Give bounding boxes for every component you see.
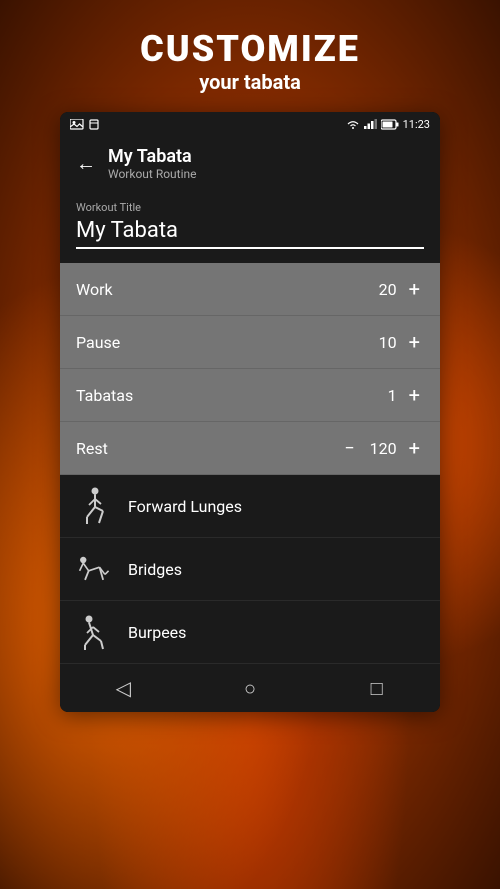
setting-label-rest: Rest	[76, 439, 108, 458]
setting-row-tabatas: Tabatas 1 +	[60, 369, 440, 422]
setting-controls-tabatas: 1 +	[367, 383, 424, 407]
sim-icon	[88, 119, 100, 130]
bottom-nav: ◁ ○ □	[60, 664, 440, 712]
back-button[interactable]: ←	[76, 151, 96, 176]
input-label: Workout Title	[76, 201, 424, 214]
exercise-row-burpees[interactable]: Burpees	[60, 601, 440, 664]
work-plus-button[interactable]: +	[405, 277, 424, 301]
rest-minus-button[interactable]: −	[340, 438, 358, 459]
bridges-icon	[76, 550, 114, 588]
setting-label-pause: Pause	[76, 333, 120, 352]
screen-subtitle: Workout Routine	[108, 167, 424, 181]
phone-frame: 11:23 ← My Tabata Workout Routine Workou…	[60, 112, 440, 712]
signal-icon	[364, 119, 377, 130]
exercise-name-bridges: Bridges	[128, 560, 182, 579]
setting-controls-work: 20 +	[367, 277, 424, 301]
header-section: CUSTOMIZE your tabata	[0, 0, 500, 112]
exercise-row-forward-lunges[interactable]: Forward Lunges	[60, 475, 440, 538]
screen-title: My Tabata	[108, 146, 424, 167]
wifi-icon	[346, 119, 360, 130]
setting-value-pause: 10	[367, 333, 397, 352]
exercise-section: Forward Lunges Bridges	[60, 475, 440, 664]
setting-controls-rest: − 120 +	[340, 436, 424, 460]
pause-plus-button[interactable]: +	[405, 330, 424, 354]
setting-row-work: Work 20 +	[60, 263, 440, 316]
battery-icon	[381, 119, 399, 130]
header-customize: CUSTOMIZE	[0, 28, 500, 70]
status-time: 11:23	[403, 118, 430, 131]
title-group: My Tabata Workout Routine	[108, 146, 424, 181]
status-icons-right: 11:23	[346, 118, 430, 131]
forward-lunges-icon	[76, 487, 114, 525]
setting-row-rest: Rest − 120 +	[60, 422, 440, 475]
image-icon	[70, 119, 84, 130]
workout-title-input[interactable]: My Tabata	[76, 218, 424, 249]
status-icons-left	[70, 119, 100, 130]
tabatas-plus-button[interactable]: +	[405, 383, 424, 407]
nav-recent-button[interactable]: □	[357, 672, 397, 704]
setting-controls-pause: 10 +	[367, 330, 424, 354]
burpees-icon	[76, 613, 114, 651]
setting-value-rest: 120	[367, 439, 397, 458]
setting-label-work: Work	[76, 280, 113, 299]
setting-value-tabatas: 1	[367, 386, 397, 405]
nav-back-button[interactable]: ◁	[103, 672, 143, 704]
setting-label-tabatas: Tabatas	[76, 386, 133, 405]
header-subtitle: your tabata	[0, 70, 500, 94]
exercise-name-forward-lunges: Forward Lunges	[128, 497, 242, 516]
rest-plus-button[interactable]: +	[405, 436, 424, 460]
setting-row-pause: Pause 10 +	[60, 316, 440, 369]
nav-home-button[interactable]: ○	[230, 672, 270, 704]
input-section: Workout Title My Tabata	[60, 191, 440, 263]
settings-section: Work 20 + Pause 10 + Tabatas 1 + Rest	[60, 263, 440, 475]
exercise-row-bridges[interactable]: Bridges	[60, 538, 440, 601]
status-bar: 11:23	[60, 112, 440, 136]
setting-value-work: 20	[367, 280, 397, 299]
top-bar: ← My Tabata Workout Routine	[60, 136, 440, 191]
exercise-name-burpees: Burpees	[128, 623, 186, 642]
